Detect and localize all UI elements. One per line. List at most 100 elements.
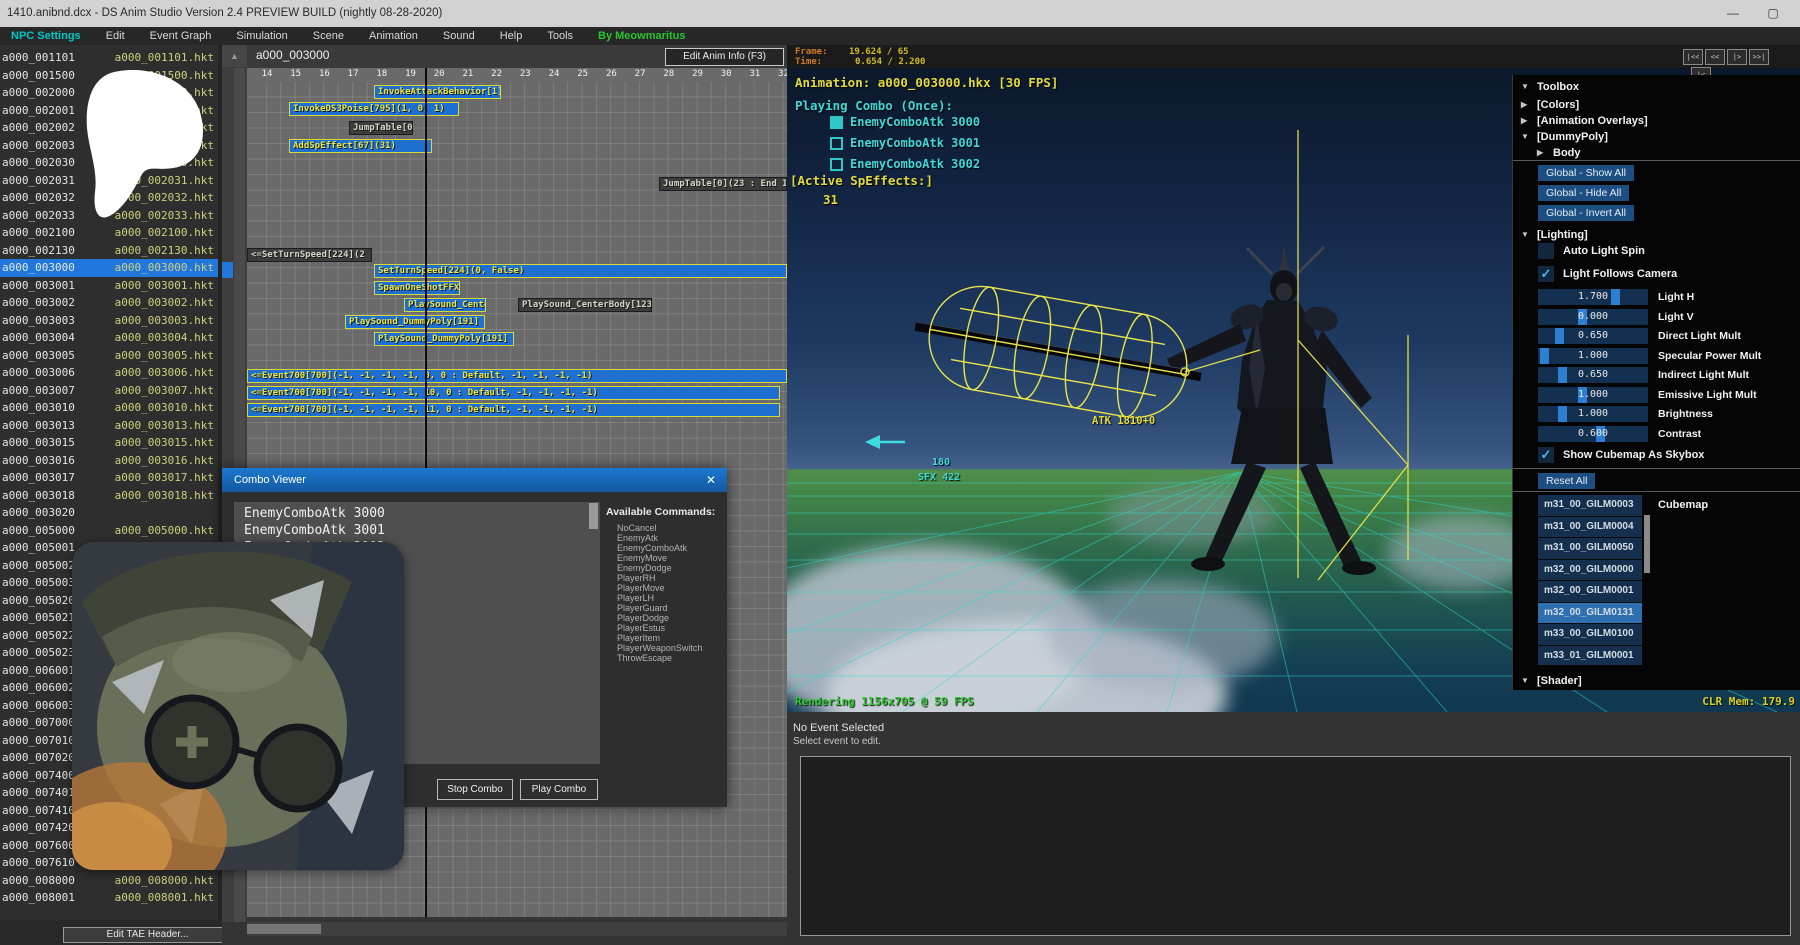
list-item[interactable]: a000_002130a000_002130.hkt	[0, 242, 218, 260]
global-button[interactable]: Global - Show All	[1538, 165, 1634, 181]
cubemap-item[interactable]: m31_00_GILM0004	[1538, 517, 1642, 538]
cubemap-item[interactable]: m33_00_GILM0100	[1538, 624, 1642, 645]
checked-checkbox[interactable]: ✓	[1538, 266, 1554, 282]
tree-item[interactable]: ▶Body	[1513, 145, 1800, 161]
collapse-arrow-icon[interactable]: ▼	[1521, 673, 1529, 689]
cubemap-scrollbar[interactable]	[1644, 515, 1650, 573]
menu-item-help[interactable]: Help	[500, 27, 523, 45]
expand-arrow-icon[interactable]: ▶	[1521, 97, 1527, 113]
timeline-event[interactable]: SpawnOneShotFFX[96]	[374, 281, 460, 295]
transport-button[interactable]: <<	[1705, 49, 1725, 65]
timeline-event[interactable]: SetTurnSpeed[224](0, False)	[374, 264, 787, 278]
collapse-arrow-icon[interactable]: ▼	[1521, 129, 1529, 145]
list-item[interactable]: a000_008001a000_008001.hkt	[0, 889, 218, 907]
collapse-arrow-icon[interactable]: ▼	[1521, 227, 1529, 243]
menu-item-by-meowmaritus[interactable]: By Meowmaritus	[598, 27, 685, 45]
unchecked-checkbox[interactable]	[830, 158, 843, 171]
checked-checkbox[interactable]	[830, 116, 843, 129]
slider-indirect-light-mult[interactable]: 0.650	[1538, 367, 1648, 383]
unchecked-checkbox[interactable]	[830, 137, 843, 150]
edit-anim-info-button[interactable]: Edit Anim Info (F3)	[665, 48, 784, 66]
tree-item[interactable]: ▼[DummyPoly]	[1513, 129, 1800, 145]
list-item[interactable]: a000_003017a000_003017.hkt	[0, 469, 218, 487]
combo-entry[interactable]: EnemyComboAtk 3000	[244, 505, 600, 522]
transport-button[interactable]: |<<	[1683, 49, 1703, 65]
slider-light-h[interactable]: 1.700	[1538, 289, 1648, 305]
menu-item-scene[interactable]: Scene	[313, 27, 344, 45]
lighting-section[interactable]: ▼[Lighting]	[1513, 227, 1800, 243]
timeline-hscrollbar[interactable]	[247, 922, 787, 936]
slider-light-v[interactable]: 0.000	[1538, 309, 1648, 325]
checked-checkbox[interactable]: ✓	[1538, 447, 1554, 463]
global-button[interactable]: Global - Hide All	[1538, 185, 1629, 201]
list-item[interactable]: a000_003020	[0, 504, 218, 522]
shader-section[interactable]: ▼[Shader]	[1513, 673, 1800, 689]
timeline-event[interactable]: <=Event700[700](-1, -1, -1, -1, 0, 0 : D…	[247, 369, 787, 383]
menu-item-edit[interactable]: Edit	[106, 27, 125, 45]
slider-specular-power-mult[interactable]: 1.000	[1538, 348, 1648, 364]
play-combo-button[interactable]: Play Combo	[520, 779, 598, 800]
menu-item-simulation[interactable]: Simulation	[236, 27, 287, 45]
list-item[interactable]: a000_003007a000_003007.hkt	[0, 382, 218, 400]
list-item[interactable]: a000_008000a000_008000.hkt	[0, 872, 218, 890]
slider-brightness[interactable]: 1.000	[1538, 406, 1648, 422]
tree-item[interactable]: ▶[Animation Overlays]	[1513, 113, 1800, 129]
cubemap-item[interactable]: m33_01_GILM0001	[1538, 646, 1642, 666]
timeline-event[interactable]: PlaySound_DummyPoly[191]	[374, 332, 514, 346]
close-icon[interactable]: ✕	[703, 468, 719, 492]
collapse-arrow-icon[interactable]: ▼	[1521, 79, 1529, 95]
menu-item-event-graph[interactable]: Event Graph	[150, 27, 212, 45]
timeline-event[interactable]: JumpTable[0](23 : End If	[659, 177, 787, 191]
menu-item-npc-settings[interactable]: NPC Settings	[11, 27, 81, 45]
timeline-event[interactable]: InvokeAttackBehavior[1]	[374, 85, 501, 99]
maximize-button[interactable]: ▢	[1756, 0, 1790, 27]
hscrollbar-thumb[interactable]	[247, 924, 321, 934]
timeline-event[interactable]: JumpTable[0]	[349, 121, 413, 135]
global-button[interactable]: Global - Invert All	[1538, 205, 1634, 221]
collapse-button[interactable]: ▲	[222, 45, 247, 67]
reset-all-button[interactable]: Reset All	[1538, 473, 1595, 489]
list-item[interactable]: a000_005000a000_005000.hkt	[0, 522, 218, 540]
slider-contrast[interactable]: 0.600	[1538, 426, 1648, 442]
list-item[interactable]: a000_003001a000_003001.hkt	[0, 277, 218, 295]
timeline-event[interactable]: <=SetTurnSpeed[224](2	[247, 248, 372, 262]
dialog-titlebar[interactable]: Combo Viewer ✕	[222, 468, 727, 492]
anim-tab[interactable]: a000_003000	[256, 48, 329, 62]
list-item[interactable]: a000_003016a000_003016.hkt	[0, 452, 218, 470]
cubemap-item[interactable]: m32_00_GILM0000	[1538, 560, 1642, 581]
cubemap-list[interactable]: m31_00_GILM0003m31_00_GILM0004m31_00_GIL…	[1538, 495, 1642, 665]
timeline-event[interactable]: <=Event700[700](-1, -1, -1, -1, 10, 0 : …	[247, 386, 780, 400]
toolbox-header[interactable]: ▼Toolbox	[1513, 79, 1800, 95]
unchecked-checkbox[interactable]	[1538, 243, 1554, 259]
menu-item-animation[interactable]: Animation	[369, 27, 418, 45]
list-item[interactable]: a000_003015a000_003015.hkt	[0, 434, 218, 452]
frame-ruler[interactable]: 14151617181920212223242526272829303132	[247, 68, 787, 82]
timeline-event[interactable]: AddSpEffect[67](31)	[289, 139, 432, 153]
menu-item-tools[interactable]: Tools	[547, 27, 573, 45]
minimize-button[interactable]: —	[1716, 0, 1750, 27]
list-item[interactable]: a000_003004a000_003004.hkt	[0, 329, 218, 347]
menu-item-sound[interactable]: Sound	[443, 27, 475, 45]
combo-entry[interactable]: EnemyComboAtk 3001	[244, 522, 600, 539]
cubemap-item[interactable]: m32_00_GILM0001	[1538, 581, 1642, 602]
list-item[interactable]: a000_003013a000_003013.hkt	[0, 417, 218, 435]
edit-tae-header-button[interactable]: Edit TAE Header...	[63, 927, 232, 943]
cubemap-item[interactable]: m31_00_GILM0003	[1538, 495, 1642, 516]
stop-combo-button[interactable]: Stop Combo	[437, 779, 513, 800]
transport-button[interactable]: |>	[1727, 49, 1747, 65]
expand-arrow-icon[interactable]: ▶	[1537, 145, 1543, 161]
timeline-event[interactable]: PlaySound_CenterBody[123]	[518, 298, 652, 312]
list-item[interactable]: a000_003006a000_003006.hkt	[0, 364, 218, 382]
combo-list-scrollbar[interactable]	[589, 503, 598, 529]
list-item[interactable]: a000_003003a000_003003.hkt	[0, 312, 218, 330]
list-item[interactable]: a000_003005a000_003005.hkt	[0, 347, 218, 365]
timeline-event[interactable]: PlaySound_DummyPoly[191]	[345, 315, 485, 329]
cubemap-item[interactable]: m31_00_GILM0050	[1538, 538, 1642, 559]
list-item[interactable]: a000_003010a000_003010.hkt	[0, 399, 218, 417]
expand-arrow-icon[interactable]: ▶	[1521, 113, 1527, 129]
list-item[interactable]: a000_003018a000_003018.hkt	[0, 487, 218, 505]
slider-emissive-light-mult[interactable]: 1.000	[1538, 387, 1648, 403]
list-item[interactable]: a000_003000a000_003000.hkt	[0, 259, 218, 277]
slider-direct-light-mult[interactable]: 0.650	[1538, 328, 1648, 344]
list-item[interactable]: a000_003002a000_003002.hkt	[0, 294, 218, 312]
